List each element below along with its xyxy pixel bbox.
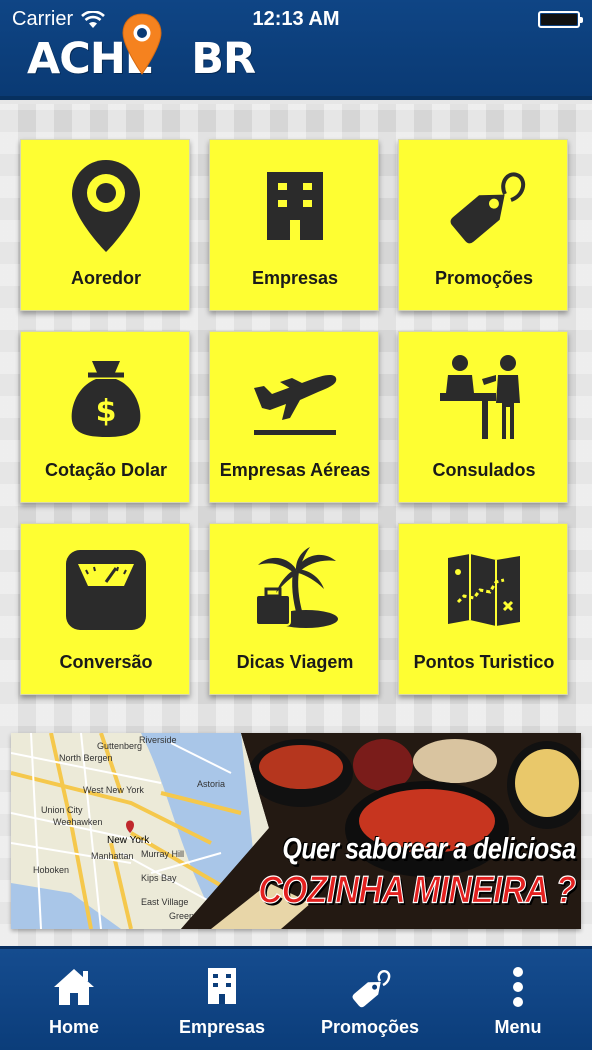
price-tag-icon <box>450 172 526 244</box>
more-vertical-icon <box>513 967 523 1007</box>
map-label: Weehawken <box>53 817 102 827</box>
tile-label: Empresas <box>251 268 339 288</box>
tile-label: Dicas Viagem <box>236 652 354 672</box>
tile-label: Aoredor <box>70 268 141 288</box>
tile-dicas-viagem[interactable]: Dicas Viagem <box>209 523 379 695</box>
price-tag-icon <box>352 970 391 1008</box>
tile-conversao[interactable]: Conversão <box>20 523 190 695</box>
tile-consulados[interactable]: Consulados <box>398 331 568 503</box>
home-icon <box>54 969 94 1005</box>
building-icon <box>267 172 323 240</box>
map-label: Murray Hill <box>141 849 184 859</box>
tab-label: Menu <box>494 1017 542 1037</box>
status-time: 12:13 AM <box>252 8 340 30</box>
map-label: Kips Bay <box>141 873 177 883</box>
tile-label: Promoções <box>434 268 534 288</box>
tile-pontos-turistico[interactable]: Pontos Turistico <box>398 523 568 695</box>
bottom-tab-bar: Home Empresas Promoções Menu <box>0 946 592 1050</box>
tile-promocoes[interactable]: Promoções <box>398 139 568 311</box>
map-label: Astoria <box>197 779 225 789</box>
map-label: North Bergen <box>59 753 113 763</box>
tile-label: Consulados <box>432 460 536 480</box>
treasure-map-icon <box>448 554 520 626</box>
battery-icon <box>538 11 583 28</box>
tile-label: Empresas Aéreas <box>219 460 371 480</box>
banner-headline: Quer saborear a deliciosa <box>282 832 576 866</box>
tile-label: Cotação Dolar <box>44 460 168 480</box>
airplane-takeoff-icon <box>254 374 337 435</box>
money-bag-icon: $ <box>71 361 141 437</box>
palm-island-suitcase-icon <box>255 547 338 628</box>
map-label: Guttenberg <box>97 741 142 751</box>
map-label: Manhattan <box>91 851 134 861</box>
map-label: East Village <box>141 897 188 907</box>
tab-promocoes[interactable]: Promoções <box>296 949 444 1050</box>
tile-empresas[interactable]: Empresas <box>209 139 379 311</box>
tile-aoredor[interactable]: Aoredor <box>20 139 190 311</box>
map-label: West New York <box>83 785 144 795</box>
app-header: Carrier 12:13 AM ACHE BR <box>0 0 592 100</box>
tile-label: Pontos Turistico <box>413 652 555 672</box>
app-logo: ACHE BR <box>27 13 256 84</box>
map-label: Union City <box>41 805 83 815</box>
banner-title: COZINHA MINEIRA ? <box>258 868 577 912</box>
map-label: Riverside <box>139 735 177 745</box>
logo-pin-icon <box>122 13 162 75</box>
tab-label: Promoções <box>320 1017 420 1037</box>
svg-text:$: $ <box>96 394 117 429</box>
tab-label: Home <box>48 1017 99 1037</box>
consulate-desk-icon <box>440 355 520 439</box>
promo-banner[interactable]: North Bergen West New York Guttenberg Un… <box>11 733 581 929</box>
map-label: New York <box>107 835 150 846</box>
logo-text-right: BR <box>191 34 256 84</box>
map-label: Hoboken <box>33 865 69 875</box>
tile-empresas-aereas[interactable]: Empresas Aéreas <box>209 331 379 503</box>
location-pin-icon <box>72 160 140 252</box>
tab-menu[interactable]: Menu <box>444 949 592 1050</box>
scale-icon <box>66 550 146 630</box>
tab-empresas[interactable]: Empresas <box>148 949 296 1050</box>
building-icon <box>208 968 236 1004</box>
status-bar: Carrier 12:13 AM <box>0 0 592 38</box>
tab-home[interactable]: Home <box>0 949 148 1050</box>
tab-label: Empresas <box>178 1017 266 1037</box>
tile-cotacao-dolar[interactable]: $ Cotação Dolar <box>20 331 190 503</box>
tile-label: Conversão <box>59 652 153 672</box>
